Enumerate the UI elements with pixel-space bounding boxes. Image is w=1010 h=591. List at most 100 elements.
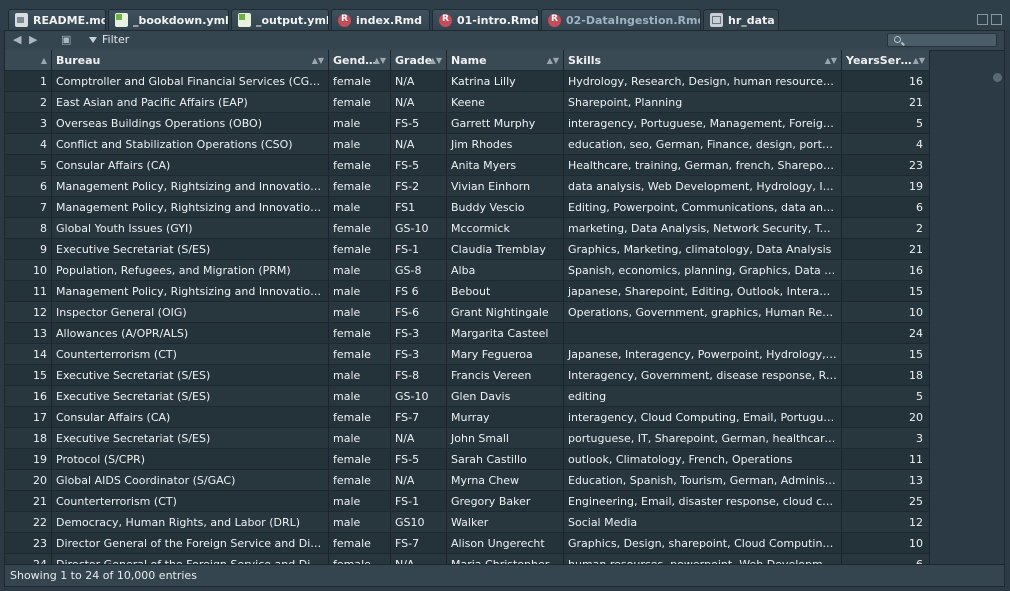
gender-cell: male xyxy=(329,281,391,302)
table-row[interactable]: 6 Management Policy, Rightsizing and Inno… xyxy=(5,176,930,197)
name-cell: Gregory Baker xyxy=(447,491,564,512)
table-status-bar: Showing 1 to 24 of 10,000 entries xyxy=(5,564,1004,586)
table-row[interactable]: 1 Comptroller and Global Financial Servic… xyxy=(5,71,930,92)
skills-cell: Editing, Powerpoint, Communications, dat… xyxy=(564,197,842,218)
funnel-icon xyxy=(89,36,97,43)
gender-cell: male xyxy=(329,365,391,386)
table-row[interactable]: 9 Executive Secretariat (S/ES) female FS-1 C… xyxy=(5,239,930,260)
skills-cell: data analysis, Web Development, Hydrolog… xyxy=(564,176,842,197)
table-row[interactable]: 21 Counterterrorism (CT) male FS-1 Gregory B… xyxy=(5,491,930,512)
table-row[interactable]: 12 Inspector General (OIG) male FS-6 Grant N… xyxy=(5,302,930,323)
tab-index-rmd[interactable]: index.Rmd ✕ xyxy=(331,9,430,30)
forward-arrow-icon[interactable]: ▶ xyxy=(29,33,37,46)
tab-output-yml[interactable]: _output.yml ✕ xyxy=(231,9,329,30)
table-row[interactable]: 13 Allowances (A/OPR/ALS) female FS-3 Margar… xyxy=(5,323,930,344)
table-row[interactable]: 4 Conflict and Stabilization Operations (… xyxy=(5,134,930,155)
bureau-cell: Comptroller and Global Financial Service… xyxy=(52,71,329,92)
table-row[interactable]: 11 Management Policy, Rightsizing and Inn… xyxy=(5,281,930,302)
column-header-bureau[interactable]: Bureau ▲▼ xyxy=(52,50,329,71)
years-service-cell: 15 xyxy=(842,281,930,302)
bureau-cell: Consular Affairs (CA) xyxy=(52,407,329,428)
row-number-cell: 20 xyxy=(5,470,52,491)
years-service-cell: 24 xyxy=(842,323,930,344)
grade-cell: FS-2 xyxy=(391,176,447,197)
sort-icon: ▲▼ xyxy=(429,56,442,65)
grade-cell: N/A xyxy=(391,470,447,491)
table-row[interactable]: 19 Protocol (S/CPR) female FS-5 Sarah Castil… xyxy=(5,449,930,470)
table-row[interactable]: 14 Counterterrorism (CT) female FS-3 Mary Fe… xyxy=(5,344,930,365)
search-icon xyxy=(894,36,901,43)
data-viewer-pane: ◀ ▶ ▣ Filter ▲ Bureau ▲▼ Gender ▲▼ Grade ▲▼… xyxy=(4,30,1005,587)
table-row[interactable]: 17 Consular Affairs (CA) female FS-7 Murray i… xyxy=(5,407,930,428)
tab-hr-data[interactable]: hr_data ✕ xyxy=(703,9,779,30)
name-cell: Margarita Casteel xyxy=(447,323,564,344)
back-arrow-icon[interactable]: ◀ xyxy=(13,33,21,46)
row-number-cell: 9 xyxy=(5,239,52,260)
tab-dataingestion-rmd[interactable]: 02-DataIngestion.Rmd* ✕ xyxy=(541,9,701,30)
tab-bookdown-yml[interactable]: _bookdown.yml ✕ xyxy=(108,9,229,30)
column-header-skills[interactable]: Skills ▲▼ xyxy=(564,50,842,71)
years-service-cell: 25 xyxy=(842,491,930,512)
grade-cell: N/A xyxy=(391,71,447,92)
row-number-cell: 15 xyxy=(5,365,52,386)
maximize-pane-icon[interactable] xyxy=(991,14,1002,25)
table-row[interactable]: 16 Executive Secretariat (S/ES) male GS-10 G… xyxy=(5,386,930,407)
data-viewer-icon xyxy=(710,13,723,27)
grade-cell: FS-7 xyxy=(391,533,447,554)
tab-label: _bookdown.yml xyxy=(133,13,229,27)
grade-cell: N/A xyxy=(391,92,447,113)
table-row[interactable]: 2 East Asian and Pacific Affairs (EAP) fem… xyxy=(5,92,930,113)
years-service-cell: 10 xyxy=(842,533,930,554)
grade-cell: FS-3 xyxy=(391,344,447,365)
table-row[interactable]: 23 Director General of the Foreign Servic… xyxy=(5,533,930,554)
tab-label: 02-DataIngestion.Rmd* xyxy=(566,13,701,27)
scrollbar-thumb[interactable] xyxy=(993,73,1002,82)
close-icon[interactable]: ✕ xyxy=(428,15,429,26)
gender-cell: female xyxy=(329,239,391,260)
years-service-cell: 15 xyxy=(842,344,930,365)
bureau-cell: Population, Refugees, and Migration (PRM… xyxy=(52,260,329,281)
years-service-cell: 10 xyxy=(842,302,930,323)
table-row[interactable]: 7 Management Policy, Rightsizing and Inno… xyxy=(5,197,930,218)
filter-button[interactable]: Filter xyxy=(89,33,129,46)
skills-cell: editing xyxy=(564,386,842,407)
popout-window-icon[interactable]: ▣ xyxy=(61,33,71,46)
column-header-yearsservice[interactable]: YearsService ▲▼ xyxy=(842,50,930,71)
grade-cell: FS-3 xyxy=(391,323,447,344)
table-row[interactable]: 5 Consular Affairs (CA) female FS-5 Anita My… xyxy=(5,155,930,176)
gender-cell: female xyxy=(329,533,391,554)
column-header-grade[interactable]: Grade ▲▼ xyxy=(391,50,447,71)
table-row[interactable]: 3 Overseas Buildings Operations (OBO) male… xyxy=(5,113,930,134)
years-service-cell: 16 xyxy=(842,71,930,92)
bureau-cell: Overseas Buildings Operations (OBO) xyxy=(52,113,329,134)
grade-cell: FS-1 xyxy=(391,239,447,260)
tab-readme[interactable]: README.md ✕ xyxy=(8,9,106,30)
tab-intro-rmd[interactable]: 01-intro.Rmd ✕ xyxy=(432,9,539,30)
table-row[interactable]: 8 Global Youth Issues (GYI) female GS-10 Mcc… xyxy=(5,218,930,239)
table-row[interactable]: 15 Executive Secretariat (S/ES) male FS-8 Fr… xyxy=(5,365,930,386)
table-row[interactable]: 18 Executive Secretariat (S/ES) male N/A Joh… xyxy=(5,428,930,449)
bureau-cell: Global AIDS Coordinator (S/GAC) xyxy=(52,470,329,491)
years-service-cell: 19 xyxy=(842,176,930,197)
skills-cell: japanese, Sharepoint, Editing, Outlook, … xyxy=(564,281,842,302)
column-header-name[interactable]: Name ▲▼ xyxy=(447,50,564,71)
table-row[interactable]: 10 Population, Refugees, and Migration (P… xyxy=(5,260,930,281)
table-row[interactable]: 22 Democracy, Human Rights, and Labor (DR… xyxy=(5,512,930,533)
gender-cell: male xyxy=(329,428,391,449)
vertical-scrollbar[interactable] xyxy=(930,69,1004,564)
search-input[interactable] xyxy=(887,33,997,47)
pane-window-controls xyxy=(977,14,1002,25)
grade-cell: N/A xyxy=(391,428,447,449)
table-row[interactable]: 20 Global AIDS Coordinator (S/GAC) female N… xyxy=(5,470,930,491)
column-header-rownum[interactable]: ▲ xyxy=(5,50,52,71)
grade-cell: FS-6 xyxy=(391,302,447,323)
years-service-cell: 23 xyxy=(842,155,930,176)
column-header-gender[interactable]: Gender ▲▼ xyxy=(329,50,391,71)
row-number-cell: 21 xyxy=(5,491,52,512)
skills-cell: Graphics, Design, sharepoint, Cloud Comp… xyxy=(564,533,842,554)
minimize-pane-icon[interactable] xyxy=(977,14,988,25)
name-cell: Francis Vereen xyxy=(447,365,564,386)
bureau-cell: Protocol (S/CPR) xyxy=(52,449,329,470)
row-number-cell: 12 xyxy=(5,302,52,323)
rmarkdown-file-icon xyxy=(439,13,452,27)
